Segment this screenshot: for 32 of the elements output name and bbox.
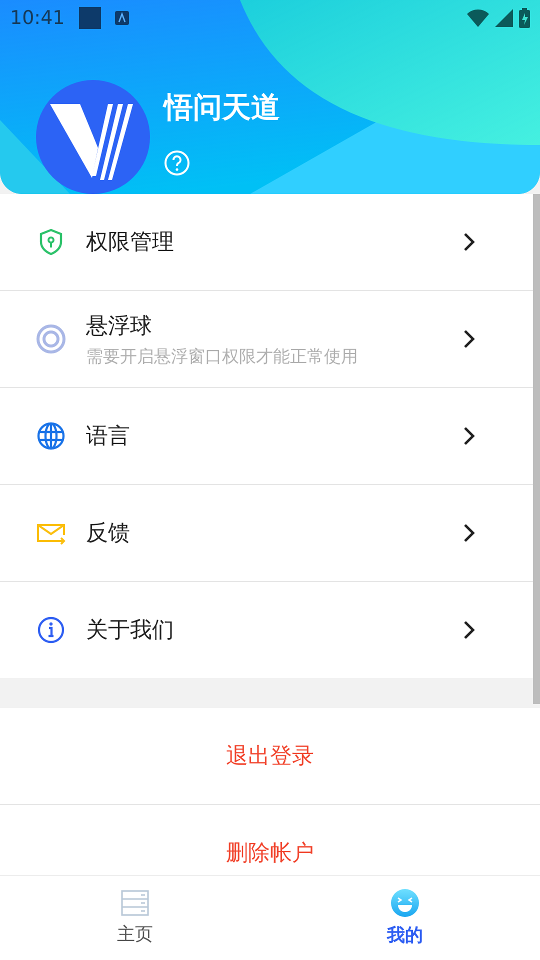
notification-icon xyxy=(78,7,101,29)
chevron-right-icon xyxy=(463,329,475,349)
profile-name: 悟问天道 xyxy=(164,89,280,126)
battery-icon xyxy=(519,8,530,28)
menu-item-title: 语言 xyxy=(86,423,131,451)
menu-item[interactable]: 语言 xyxy=(0,388,533,485)
status-time: 10:41 xyxy=(10,7,65,29)
chevron-right-icon xyxy=(463,523,475,543)
chevron-right-icon xyxy=(463,426,475,446)
menu-item[interactable]: 悬浮球 需要开启悬浮窗口权限才能正常使用 xyxy=(0,291,533,388)
list-icon xyxy=(121,890,149,916)
menu-item-title: 权限管理 xyxy=(86,229,175,257)
action-link[interactable]: 删除帐户 xyxy=(226,838,314,868)
menu-item-title: 关于我们 xyxy=(86,617,175,645)
menu-item-title: 悬浮球 xyxy=(86,312,153,340)
menu-item[interactable]: 关于我们 xyxy=(0,582,533,678)
help-icon[interactable] xyxy=(164,150,190,176)
menu-item-subtitle: 需要开启悬浮窗口权限才能正常使用 xyxy=(86,346,359,368)
scrollbar[interactable] xyxy=(533,194,540,704)
action-link[interactable]: 退出登录 xyxy=(226,741,314,771)
chevron-right-icon xyxy=(463,232,475,252)
keyboard-icon xyxy=(114,11,129,25)
signal-icon xyxy=(495,9,513,27)
menu-item-title: 反馈 xyxy=(86,520,131,548)
chevron-right-icon xyxy=(463,620,475,640)
tab[interactable]: 我的 xyxy=(270,876,540,960)
target-icon xyxy=(36,324,66,354)
tab[interactable]: 主页 xyxy=(0,876,270,960)
wifi-icon xyxy=(467,9,489,27)
globe-icon xyxy=(36,421,66,451)
smiley-icon xyxy=(391,889,419,917)
info-icon xyxy=(36,615,66,645)
